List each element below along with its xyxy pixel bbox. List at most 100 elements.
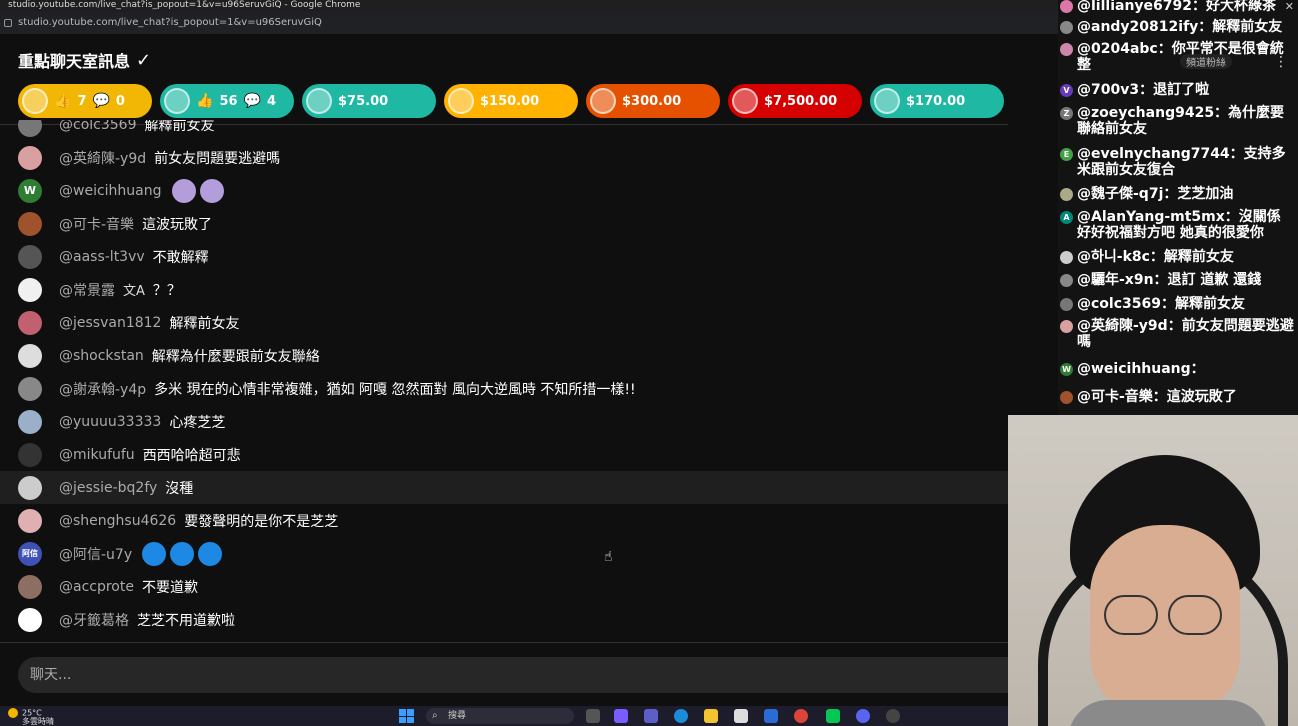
chat-mode-title[interactable]: 重點聊天室訊息	[18, 48, 130, 72]
chat-message[interactable]: W @weicihhuang	[0, 174, 1008, 207]
message-author[interactable]: @可卡-音樂	[59, 214, 134, 234]
message-author[interactable]: @yuuuu33333	[59, 414, 161, 430]
avatar[interactable]	[18, 574, 42, 599]
avatar	[22, 88, 48, 114]
message-author[interactable]: @aass-lt3vv	[59, 249, 145, 265]
weather-icon	[8, 708, 18, 718]
weather-desc: 多雲時晴	[22, 717, 54, 726]
message-author[interactable]: @jessie-bq2fy	[59, 480, 157, 496]
message-author[interactable]: @weicihhuang	[59, 183, 162, 199]
chip-secondary: 0	[115, 93, 125, 109]
avatar[interactable]	[18, 310, 42, 335]
avatar[interactable]	[18, 244, 42, 269]
obs-icon[interactable]	[886, 709, 900, 723]
chat-message[interactable]: @常景露 文A ？？	[0, 273, 1008, 306]
avatar[interactable]	[18, 508, 42, 533]
mail-icon[interactable]	[764, 709, 778, 723]
message-text: 心疼芝芝	[169, 414, 226, 431]
message-text: 沒種	[165, 480, 194, 497]
line-icon[interactable]	[826, 709, 840, 723]
avatar[interactable]: W	[18, 178, 42, 203]
overlay-chat-line: @可卡-音樂：這波玩敗了	[1060, 389, 1296, 405]
chat-input[interactable]	[18, 657, 1008, 693]
avatar[interactable]	[18, 343, 42, 368]
message-author[interactable]: @jessvan1812	[59, 315, 161, 331]
chrome-icon[interactable]	[794, 709, 808, 723]
chip-secondary: 4	[266, 93, 277, 109]
chat-message[interactable]: @英綺陳-y9d 前女友問題要逃避嗎	[0, 141, 1008, 174]
overlay-chat-text: @lillianye6792：好大杯綠茶	[1077, 0, 1276, 14]
avatar	[1060, 43, 1073, 56]
task-view-icon[interactable]	[586, 709, 600, 723]
super-chat-chip[interactable]: $7,500.00	[728, 84, 862, 118]
weather-widget[interactable]: 25°C 多雲時晴	[8, 708, 54, 726]
address-bar[interactable]: studio.youtube.com/live_chat?is_popout=1…	[0, 12, 1058, 34]
message-text: 解釋為什麼要跟前女友聯絡	[151, 348, 320, 365]
store-icon[interactable]	[734, 709, 748, 723]
chat-message[interactable]: @可卡-音樂 這波玩敗了	[0, 207, 1008, 240]
chat-header[interactable]: 重點聊天室訊息 ✓	[18, 48, 151, 72]
avatar[interactable]	[18, 376, 42, 401]
overlay-chat-text: @evelnychang7744：支持多米跟前女友復合	[1077, 146, 1286, 178]
message-list[interactable]: @colc3569 解釋前女友 @英綺陳-y9d 前女友問題要逃避嗎 W @weicihh…	[0, 120, 1008, 642]
message-text: 解釋前女友	[169, 315, 240, 332]
avatar[interactable]	[18, 607, 42, 632]
message-text: ？？	[152, 282, 181, 299]
super-chat-chip[interactable]: 👍 7 💬 0	[18, 84, 152, 118]
chat-message[interactable]: @jessie-bq2fy 沒種	[0, 471, 1008, 504]
message-author[interactable]: @accprote	[59, 579, 134, 595]
site-info-icon[interactable]	[4, 19, 12, 27]
message-author[interactable]: @常景露	[59, 280, 115, 300]
avatar[interactable]	[18, 145, 42, 170]
super-chat-chip[interactable]: 👍 56 💬 4	[160, 84, 294, 118]
discord-icon[interactable]	[856, 709, 870, 723]
chat-message[interactable]: @牙籤葛格 芝芝不用道歉啦	[0, 603, 1008, 636]
edge-icon[interactable]	[674, 709, 688, 723]
message-author[interactable]: @shockstan	[59, 348, 144, 364]
super-chat-chip[interactable]: $150.00	[444, 84, 578, 118]
teams-icon[interactable]	[644, 709, 658, 723]
message-text: 不要道歉	[141, 579, 198, 596]
avatar[interactable]	[18, 442, 42, 467]
message-text: 西西哈哈超可悲	[142, 447, 241, 464]
message-author[interactable]: @阿信-u7y	[59, 544, 132, 564]
start-icon[interactable]	[399, 709, 415, 723]
message-author[interactable]: @牙籤葛格	[59, 610, 129, 630]
avatar	[1060, 298, 1073, 311]
chat-message[interactable]: @謝承翰-y4p 多米 現在的心情非常複雜，猶如 阿嘎 忽然面對 風向大逆風時 不…	[0, 372, 1008, 405]
message-text: 多米 現在的心情非常複雜，猶如 阿嘎 忽然面對 風向大逆風時 不知所措一樣!!	[154, 381, 636, 398]
file-explorer-icon[interactable]	[704, 709, 718, 723]
avatar[interactable]	[18, 211, 42, 236]
message-author[interactable]: @mikufufu	[59, 447, 135, 463]
message-author[interactable]: @謝承翰-y4p	[59, 379, 146, 399]
chat-message[interactable]: @colc3569 解釋前女友	[0, 120, 1008, 141]
url-text[interactable]: studio.youtube.com/live_chat?is_popout=1…	[18, 17, 322, 28]
chat-message[interactable]: @aass-lt3vv 不敢解釋	[0, 240, 1008, 273]
chat-message[interactable]: @accprote 不要道歉	[0, 570, 1008, 603]
chat-message[interactable]: @mikufufu 西西哈哈超可悲	[0, 438, 1008, 471]
chat-message[interactable]: @yuuuu33333 心疼芝芝	[0, 405, 1008, 438]
super-chat-chip[interactable]: $75.00	[302, 84, 436, 118]
avatar[interactable]	[18, 277, 42, 302]
chevron-down-icon[interactable]: ✓	[136, 50, 151, 71]
chat-message[interactable]: 阿信 @阿信-u7y	[0, 537, 1008, 570]
message-author[interactable]: @colc3569	[59, 120, 136, 133]
avatar	[1060, 320, 1073, 333]
chat-message[interactable]: @shockstan 解釋為什麼要跟前女友聯絡	[0, 339, 1008, 372]
chat-message[interactable]: @jessvan1812 解釋前女友	[0, 306, 1008, 339]
copilot-icon[interactable]	[614, 709, 628, 723]
message-author[interactable]: @英綺陳-y9d	[59, 148, 146, 168]
super-chat-chip[interactable]: $170.00	[870, 84, 1004, 118]
translate-icon[interactable]: 文A	[123, 280, 145, 299]
super-chat-chip[interactable]: $300.00	[586, 84, 720, 118]
taskbar-search[interactable]: ⌕ 搜尋	[426, 708, 574, 724]
avatar[interactable]	[18, 409, 42, 434]
taskbar: 25°C 多雲時晴 ⌕ 搜尋	[0, 706, 1008, 726]
avatar[interactable]	[18, 120, 42, 137]
message-author[interactable]: @shenghsu4626	[59, 513, 176, 529]
avatar[interactable]	[18, 475, 42, 500]
avatar	[1060, 0, 1073, 13]
glasses-left	[1104, 595, 1158, 635]
chat-message[interactable]: @shenghsu4626 要發聲明的是你不是芝芝	[0, 504, 1008, 537]
avatar[interactable]: 阿信	[18, 541, 42, 566]
